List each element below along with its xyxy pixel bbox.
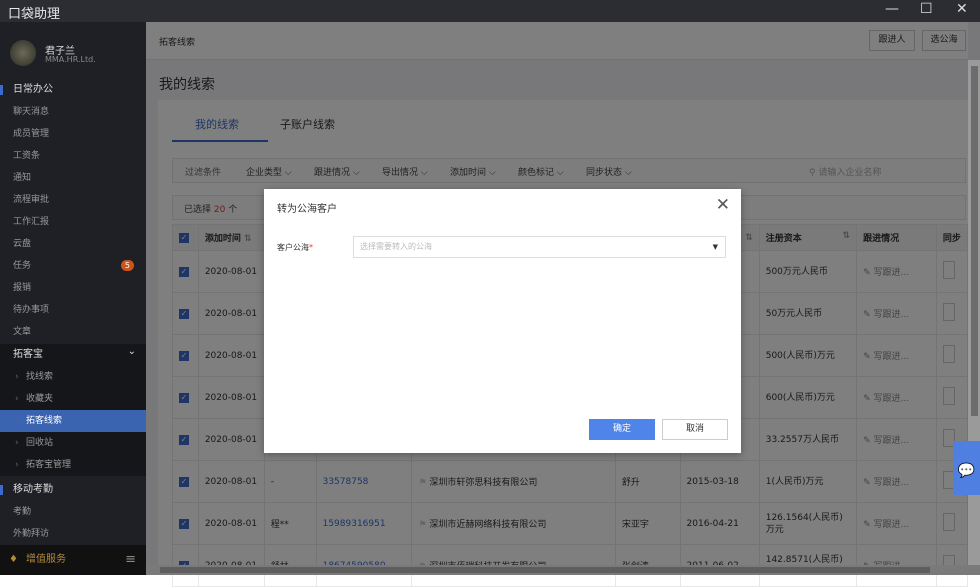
nav-label: 报销 bbox=[13, 283, 32, 293]
nav-label: 收藏夹 bbox=[26, 394, 54, 404]
nav-label: 流程审批 bbox=[13, 195, 50, 205]
nav-label: 云盘 bbox=[13, 239, 32, 249]
vertical-scroll-thumb[interactable] bbox=[971, 66, 978, 416]
nav-label: 移动考勤 bbox=[13, 484, 53, 495]
close-icon[interactable]: ✕ bbox=[716, 195, 730, 215]
cancel-button[interactable]: 取消 bbox=[662, 419, 728, 440]
nav-label: 文章 bbox=[13, 327, 32, 337]
nav-label: 找线索 bbox=[26, 372, 54, 382]
sidebar-item[interactable]: 工作汇报 bbox=[0, 211, 146, 233]
caret-down-icon: ▼ bbox=[712, 243, 718, 251]
sidebar-item[interactable]: 工资条 bbox=[0, 145, 146, 167]
sidebar: 君子兰 MMA.HR.Ltd. 日常办公 聊天消息 成员管理 工资条 通知 流程审批 工作汇… bbox=[0, 22, 146, 575]
nav-label: 回收站 bbox=[26, 438, 54, 448]
nav-label: 通知 bbox=[13, 173, 32, 183]
avatar bbox=[10, 40, 36, 66]
sidebar-group-attendance[interactable]: 移动考勤 bbox=[0, 479, 146, 501]
sidebar-item[interactable]: 流程审批 bbox=[0, 189, 146, 211]
nav-label: 工资条 bbox=[13, 151, 41, 161]
sidebar-subitem[interactable]: 找线索 bbox=[0, 366, 146, 388]
chat-bubble-icon: 💬 bbox=[957, 463, 976, 479]
menu-icon[interactable]: ≡ bbox=[125, 545, 136, 575]
maximize-button[interactable]: ☐ bbox=[920, 1, 933, 17]
public-sea-select[interactable]: 选择需要转入的公海 ▼ bbox=[353, 236, 726, 258]
nav-label: 聊天消息 bbox=[13, 107, 50, 117]
diamond-icon: ♦ bbox=[9, 554, 18, 565]
dialog-title: 转为公海客户 bbox=[277, 204, 337, 215]
horizontal-scroll-thumb[interactable] bbox=[160, 567, 930, 573]
nav-label: 待办事项 bbox=[13, 305, 50, 315]
sidebar-item[interactable]: 报销 bbox=[0, 277, 146, 299]
nav-label: 外勤拜访 bbox=[13, 529, 50, 539]
value-added-services[interactable]: ♦ 增值服务 ≡ bbox=[0, 545, 146, 575]
title-bar: 口袋助理 — ☐ ✕ bbox=[0, 0, 980, 22]
task-count-badge: 5 bbox=[120, 260, 134, 271]
confirm-button[interactable]: 确定 bbox=[589, 419, 655, 440]
sidebar-item[interactable]: 通知 bbox=[0, 167, 146, 189]
app-title: 口袋助理 bbox=[8, 7, 61, 22]
sidebar-item[interactable]: 成员管理 bbox=[0, 123, 146, 145]
nav-label: 拓客宝管理 bbox=[26, 460, 72, 470]
minimize-button[interactable]: — bbox=[885, 1, 899, 17]
chat-float-button[interactable]: 💬 bbox=[953, 441, 980, 495]
public-sea-label: 客户公海* bbox=[277, 243, 313, 252]
nav-label: 工作汇报 bbox=[13, 217, 50, 227]
sidebar-item[interactable]: 待办事项 bbox=[0, 299, 146, 321]
sidebar-item[interactable]: 云盘 bbox=[0, 233, 146, 255]
sidebar-item[interactable]: 任务 5 bbox=[0, 255, 146, 277]
nav-label: 成员管理 bbox=[13, 129, 50, 139]
nav-label: 拓客宝 bbox=[13, 349, 43, 360]
nav-label: 考勤 bbox=[13, 507, 32, 517]
sidebar-item[interactable]: 聊天消息 bbox=[0, 101, 146, 123]
chevron-down-icon: ⌄ bbox=[127, 346, 136, 357]
sidebar-subitem[interactable]: 收藏夹 bbox=[0, 388, 146, 410]
sidebar-subitem[interactable]: 拓客宝管理 bbox=[0, 454, 146, 476]
nav-label: 拓客线索 bbox=[26, 416, 63, 426]
close-window-button[interactable]: ✕ bbox=[956, 1, 968, 17]
sidebar-subitem[interactable]: 拓客线索 bbox=[0, 410, 146, 432]
sidebar-group-daily-office[interactable]: 日常办公 bbox=[0, 79, 146, 101]
sidebar-item[interactable]: 文章 bbox=[0, 321, 146, 343]
value-added-label: 增值服务 bbox=[26, 554, 66, 565]
user-company: MMA.HR.Ltd. bbox=[45, 55, 96, 64]
sidebar-item[interactable]: 考勤 bbox=[0, 501, 146, 523]
sidebar-item[interactable]: 外勤拜访 bbox=[0, 523, 146, 545]
sidebar-subitem[interactable]: 回收站 bbox=[0, 432, 146, 454]
sidebar-group-tuokebao[interactable]: 拓客宝 ⌄ bbox=[0, 344, 146, 366]
convert-to-public-sea-dialog: 转为公海客户 ✕ 客户公海* 选择需要转入的公海 ▼ 确定 取消 bbox=[264, 189, 741, 453]
nav-label: 日常办公 bbox=[13, 84, 53, 95]
nav-label: 任务 bbox=[13, 261, 32, 271]
